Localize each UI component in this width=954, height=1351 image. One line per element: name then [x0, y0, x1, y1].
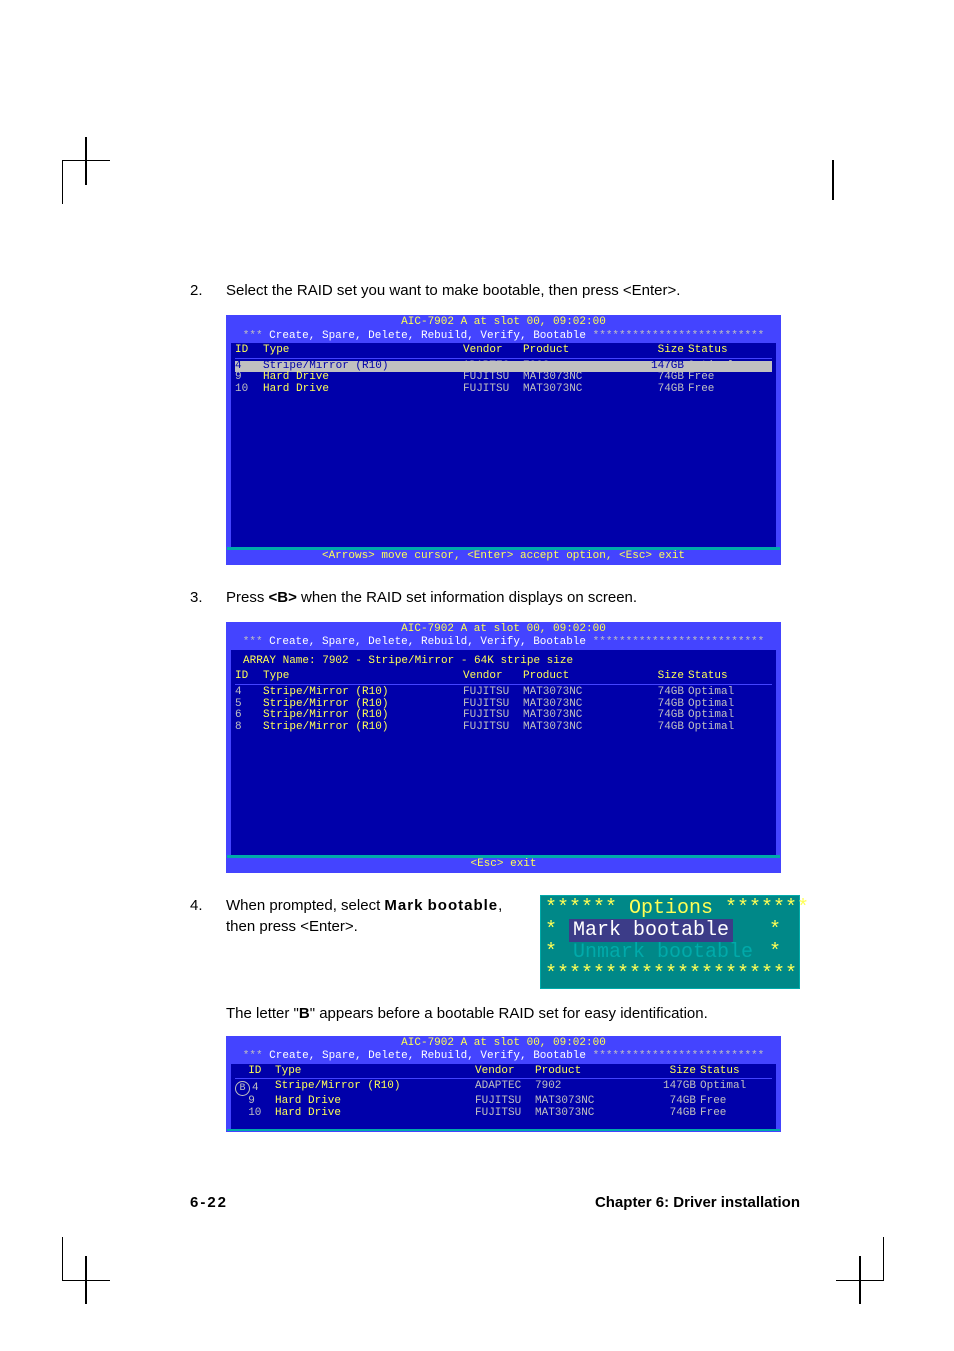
bios-header-row: ID Type Vendor Product Size Status: [235, 345, 772, 359]
step-text: When prompted, select Mark bootable, the…: [226, 895, 528, 937]
crop-mark-top-right: [832, 160, 834, 200]
bios-row[interactable]: 8Stripe/Mirror (R10)FUJITSUMAT3073NC74GB…: [235, 722, 772, 734]
bios-header-row: ID Type Vendor Product Size Status: [235, 1066, 772, 1080]
bios-menu: *** Create, Spare, Delete, Rebuild, Veri…: [227, 1050, 780, 1064]
step-text: Select the RAID set you want to make boo…: [226, 280, 800, 301]
bios-title: AIC-7902 A at slot 00, 09:02:00: [227, 1037, 780, 1051]
step-2: 2. Select the RAID set you want to make …: [190, 280, 800, 301]
crop-mark-top-left: [62, 160, 110, 204]
bios-screenshot-2: AIC-7902 A at slot 00, 09:02:00 *** Crea…: [226, 622, 781, 873]
bios-array-name: ARRAY Name: 7902 - Stripe/Mirror - 64K s…: [235, 652, 772, 672]
note-text: The letter "B" appears before a bootable…: [226, 1003, 800, 1024]
step-number: 3.: [190, 587, 216, 608]
bios-menu: *** Create, Spare, Delete, Rebuild, Veri…: [227, 636, 780, 650]
bios-header-row: ID Type Vendor Product Size Status: [235, 671, 772, 685]
chapter-title: Chapter 6: Driver installation: [595, 1194, 800, 1211]
step-number: 4.: [190, 895, 216, 989]
bios-row-bootable[interactable]: B4 Stripe/Mirror (R10) ADAPTEC 7902 147G…: [235, 1081, 772, 1096]
step-3: 3. Press <B> when the RAID set informati…: [190, 587, 800, 608]
bios-row[interactable]: 6Stripe/Mirror (R10)FUJITSUMAT3073NC74GB…: [235, 710, 772, 722]
step-text: Press <B> when the RAID set information …: [226, 587, 800, 608]
option-mark-bootable[interactable]: Mark bootable: [569, 919, 733, 942]
bios-row[interactable]: 10 Hard Drive FUJITSU MAT3073NC 74GB Fre…: [235, 384, 772, 396]
option-unmark-bootable[interactable]: Unmark bootable: [569, 941, 757, 964]
bios-footer: <Esc> exit: [227, 858, 780, 872]
bios-title: AIC-7902 A at slot 00, 09:02:00: [227, 623, 780, 637]
bios-footer: <Arrows> move cursor, <Enter> accept opt…: [227, 550, 780, 564]
bios-menu: *** Create, Spare, Delete, Rebuild, Veri…: [227, 330, 780, 344]
bios-row[interactable]: 9 Hard Drive FUJITSU MAT3073NC 74GB Free: [235, 372, 772, 384]
step-number: 2.: [190, 280, 216, 301]
bios-row[interactable]: 10 Hard Drive FUJITSU MAT3073NC 74GB Fre…: [235, 1108, 772, 1120]
bootable-marker-icon: B: [235, 1081, 250, 1096]
page-content: 2. Select the RAID set you want to make …: [190, 280, 800, 1154]
bios-screenshot-3: AIC-7902 A at slot 00, 09:02:00 *** Crea…: [226, 1036, 781, 1133]
bios-row[interactable]: 4Stripe/Mirror (R10)FUJITSUMAT3073NC74GB…: [235, 687, 772, 699]
bios-title: AIC-7902 A at slot 00, 09:02:00: [227, 316, 780, 330]
page-footer: 6-22 Chapter 6: Driver installation: [190, 1194, 800, 1211]
step-4: 4. When prompted, select Mark bootable, …: [190, 895, 800, 989]
options-popup: ****** Options ******* * Mark bootable *…: [540, 895, 800, 989]
crop-mark-bottom-left: [62, 1237, 110, 1281]
crop-mark-bottom-right: [836, 1237, 884, 1281]
bios-screenshot-1: AIC-7902 A at slot 00, 09:02:00 *** Crea…: [226, 315, 781, 565]
page-number: 6-22: [190, 1194, 228, 1211]
